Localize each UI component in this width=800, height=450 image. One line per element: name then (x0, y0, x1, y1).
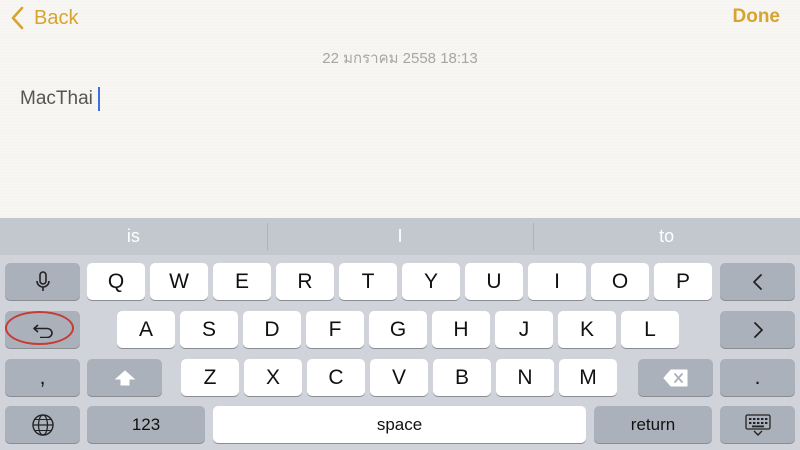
undo-icon (31, 322, 55, 338)
key-c[interactable]: C (307, 359, 365, 396)
globe-key[interactable] (5, 406, 80, 443)
shift-icon (114, 369, 136, 387)
suggestion-item[interactable]: is (0, 218, 267, 255)
key-s[interactable]: S (180, 311, 238, 348)
text-cursor (97, 87, 100, 111)
key-z[interactable]: Z (181, 359, 239, 396)
key-c-label: C (328, 365, 344, 389)
key-t[interactable]: T (339, 263, 397, 300)
cursor-left-key[interactable] (720, 263, 795, 300)
cursor-right-key[interactable] (720, 311, 795, 348)
return-key-label: return (630, 414, 676, 434)
space-key-label: space (376, 414, 423, 434)
key-y[interactable]: Y (402, 263, 460, 300)
note-area: Back Done 22 มกราคม 2558 18:13 MacThai (0, 0, 800, 218)
key-p[interactable]: P (654, 263, 712, 300)
note-text: MacThai (20, 88, 93, 109)
key-l[interactable]: L (621, 311, 679, 348)
comma-key-label: , (39, 365, 46, 389)
key-x[interactable]: X (244, 359, 302, 396)
key-d[interactable]: D (243, 311, 301, 348)
numbers-key-label: 123 (131, 414, 161, 434)
key-j[interactable]: J (495, 311, 553, 348)
key-u[interactable]: U (465, 263, 523, 300)
key-p-label: P (675, 269, 690, 293)
key-x-label: X (265, 365, 280, 389)
key-e-label: E (234, 269, 249, 293)
cursor-right-icon (751, 320, 765, 340)
delete-key[interactable] (638, 359, 713, 396)
space-key[interactable]: space (213, 406, 586, 443)
key-w[interactable]: W (150, 263, 208, 300)
dictation-key[interactable] (5, 263, 80, 300)
key-a[interactable]: A (117, 311, 175, 348)
key-v[interactable]: V (370, 359, 428, 396)
undo-key[interactable] (5, 311, 80, 348)
back-button[interactable]: Back (10, 4, 78, 32)
suggestion-item[interactable]: to (533, 218, 800, 255)
shift-key[interactable] (87, 359, 162, 396)
key-e[interactable]: E (213, 263, 271, 300)
key-g[interactable]: G (369, 311, 427, 348)
key-s-label: S (201, 317, 216, 341)
key-v-label: V (391, 365, 406, 389)
key-u-label: U (486, 269, 502, 293)
key-g-label: G (389, 317, 407, 341)
key-r[interactable]: R (276, 263, 334, 300)
key-r-label: R (297, 269, 313, 293)
suggestion-item[interactable]: I (266, 218, 534, 255)
key-l-label: L (644, 317, 656, 341)
comma-key[interactable]: , (5, 359, 80, 396)
key-b-label: B (454, 365, 469, 389)
key-f-label: F (328, 317, 342, 341)
key-o-label: O (611, 269, 629, 293)
key-i-label: I (554, 269, 560, 293)
key-o[interactable]: O (591, 263, 649, 300)
globe-icon (31, 413, 55, 437)
keyboard-dismiss-icon (744, 413, 772, 436)
period-key[interactable]: . (720, 359, 795, 396)
numbers-key[interactable]: 123 (87, 406, 205, 443)
key-z-label: Z (203, 365, 217, 389)
key-m-label: M (579, 365, 597, 389)
chevron-left-icon (11, 6, 24, 30)
key-k[interactable]: K (558, 311, 616, 348)
key-d-label: D (264, 317, 280, 341)
predictive-bar: is I to (0, 218, 800, 255)
key-q[interactable]: Q (87, 263, 145, 300)
key-i[interactable]: I (528, 263, 586, 300)
key-b[interactable]: B (433, 359, 491, 396)
note-timestamp: 22 มกราคม 2558 18:13 (322, 50, 478, 67)
note-text-field[interactable]: MacThai (20, 87, 100, 111)
period-key-label: . (754, 365, 761, 389)
key-w-label: W (169, 269, 189, 293)
done-button[interactable]: Done (733, 6, 781, 28)
key-n-label: N (517, 365, 533, 389)
microphone-icon (35, 270, 51, 294)
return-key[interactable]: return (594, 406, 712, 443)
key-j-label: J (518, 317, 530, 341)
key-h[interactable]: H (432, 311, 490, 348)
key-m[interactable]: M (559, 359, 617, 396)
key-t-label: T (361, 269, 375, 293)
key-h-label: H (453, 317, 469, 341)
key-a-label: A (138, 317, 153, 341)
key-f[interactable]: F (306, 311, 364, 348)
back-label: Back (34, 6, 79, 29)
key-k-label: K (579, 317, 594, 341)
cursor-left-icon (751, 272, 765, 292)
key-y-label: Y (423, 269, 438, 293)
delete-icon (663, 369, 689, 387)
key-q-label: Q (107, 269, 125, 293)
key-n[interactable]: N (496, 359, 554, 396)
hide-keyboard-key[interactable] (720, 406, 795, 443)
